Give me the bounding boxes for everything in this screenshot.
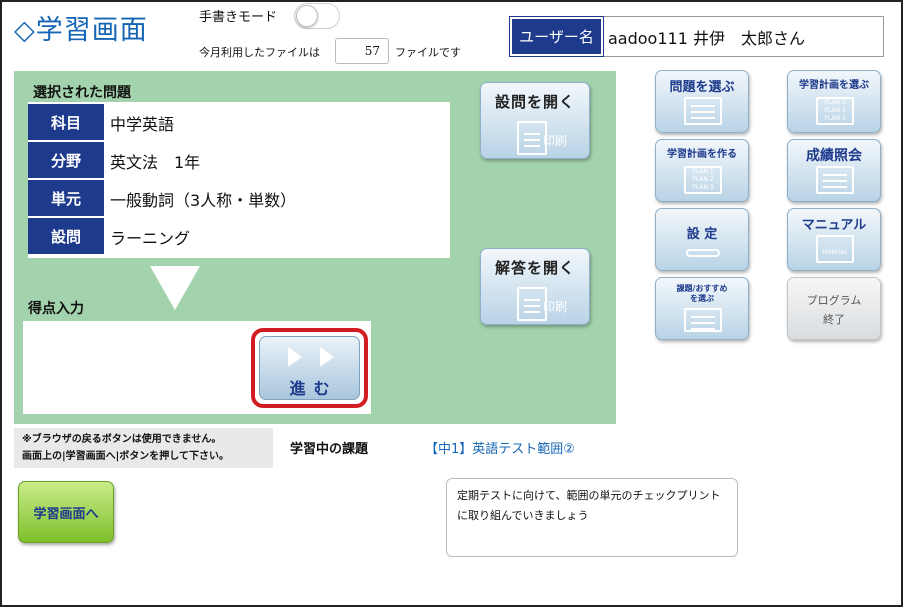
files-used-count: 57: [335, 38, 389, 64]
files-used-prefix: 今月利用したファイルは: [199, 46, 320, 59]
score-input-heading: 得点入力: [28, 301, 84, 317]
choose-problem-button[interactable]: 問題を選ぶ: [655, 70, 749, 133]
handwriting-mode-label: 手書きモード: [199, 10, 278, 25]
down-arrow-icon: [150, 266, 200, 310]
problem-details-table: 科目 中学英語 分野 英文法 1年 単元 一般動詞（3人称・単数） 設問 ラーニ…: [28, 102, 450, 258]
warning-line-2: 画面上の|学習画面へ|ボタンを押して下さい。: [22, 451, 230, 462]
plan-1-label: PLAN 1: [692, 168, 714, 175]
plan-2-label: PLAN 2: [824, 107, 846, 114]
files-used-suffix: ファイルです: [395, 46, 461, 59]
grades-label: 成績照会: [806, 148, 862, 164]
manual-button[interactable]: マニュアル MANUAL: [787, 208, 881, 271]
open-answers-button[interactable]: 解答を開く 印刷: [480, 248, 590, 325]
user-name-value: aadoo111 井伊 太郎さん: [608, 28, 805, 48]
choose-recommended-button[interactable]: 課題/おすすめ を選ぶ: [655, 277, 749, 340]
pen-document-icon: [816, 166, 854, 194]
create-plan-button[interactable]: 学習計画を作る PLAN 1 PLAN 2 PLAN 3: [655, 139, 749, 202]
task-comment: 定期テストに向けて、範囲の単元のチェックプリントに取り組んでいきましょう: [446, 478, 738, 557]
current-task-value[interactable]: 【中1】英語テスト範囲②: [425, 438, 575, 457]
print-label: 印刷: [543, 300, 568, 314]
unit-value: 一般動詞（3人称・単数）: [110, 190, 297, 210]
plan-2-label: PLAN 2: [692, 176, 714, 183]
settings-label: 設 定: [686, 227, 718, 242]
warning-line-1: ※ブラウザの戻るボタンは使用できません。: [22, 434, 222, 445]
plan-3-label: PLAN 3: [692, 184, 714, 191]
current-task-heading: 学習中の課題: [290, 442, 369, 457]
unit-label: 単元: [28, 180, 104, 217]
choose-plan-button[interactable]: 学習計画を選ぶ PLAN 1 PLAN 2 PLAN 3: [787, 70, 881, 133]
user-name-label: ユーザー名: [509, 16, 604, 57]
question-label: 設問: [28, 218, 104, 255]
subject-label: 科目: [28, 104, 104, 141]
subject-value: 中学英語: [110, 114, 175, 134]
plan-3-label: PLAN 3: [824, 115, 846, 122]
field-label: 分野: [28, 142, 104, 179]
worksheet-icon: [684, 308, 722, 332]
manual-sub-label: MANUAL: [822, 249, 848, 256]
settings-button[interactable]: 設 定: [655, 208, 749, 271]
choose-plan-label: 学習計画を選ぶ: [799, 80, 869, 91]
problem-row-subject: 科目 中学英語: [28, 104, 450, 141]
choose-problem-label: 問題を選ぶ: [669, 80, 735, 95]
next-button[interactable]: 進む: [251, 328, 368, 408]
print-label: 印刷: [543, 134, 568, 148]
next-button-face: 進む: [259, 336, 360, 400]
wrench-icon: [686, 249, 720, 257]
recommend-line-2: を選ぶ: [690, 294, 714, 303]
study-home-button[interactable]: 学習画面へ: [18, 481, 114, 543]
question-value: ラーニング: [110, 228, 191, 248]
exit-program-button[interactable]: プログラム 終了: [787, 277, 881, 340]
page-title: ◇学習画面: [14, 15, 148, 46]
selected-problem-heading: 選択された問題: [33, 85, 131, 101]
problem-row-question: 設問 ラーニング: [28, 218, 450, 255]
exit-line-1: プログラム: [806, 294, 862, 307]
plan-1-label: PLAN 1: [824, 99, 846, 106]
field-value: 英文法 1年: [110, 152, 201, 172]
problem-row-field: 分野 英文法 1年: [28, 142, 450, 179]
user-info: ユーザー名 aadoo111 井伊 太郎さん: [509, 16, 884, 57]
play-arrow-icon: [288, 347, 302, 367]
open-questions-label: 設問を開く: [494, 93, 575, 111]
browser-back-warning: ※ブラウザの戻るボタンは使用できません。 画面上の|学習画面へ|ボタンを押して下…: [14, 428, 273, 468]
open-questions-button[interactable]: 設問を開く 印刷: [480, 82, 590, 159]
open-answers-label: 解答を開く: [494, 259, 575, 277]
next-button-label: 進む: [289, 379, 338, 398]
problem-row-unit: 単元 一般動詞（3人称・単数）: [28, 180, 450, 217]
manual-label: マニュアル: [801, 218, 867, 233]
grades-button[interactable]: 成績照会: [787, 139, 881, 202]
play-arrow-icon: [320, 347, 334, 367]
handwriting-mode-toggle[interactable]: [294, 3, 340, 29]
create-plan-label: 学習計画を作る: [667, 149, 737, 160]
toggle-knob: [296, 5, 318, 27]
worksheet-icon: [684, 97, 722, 125]
exit-line-2: 終了: [823, 313, 845, 326]
